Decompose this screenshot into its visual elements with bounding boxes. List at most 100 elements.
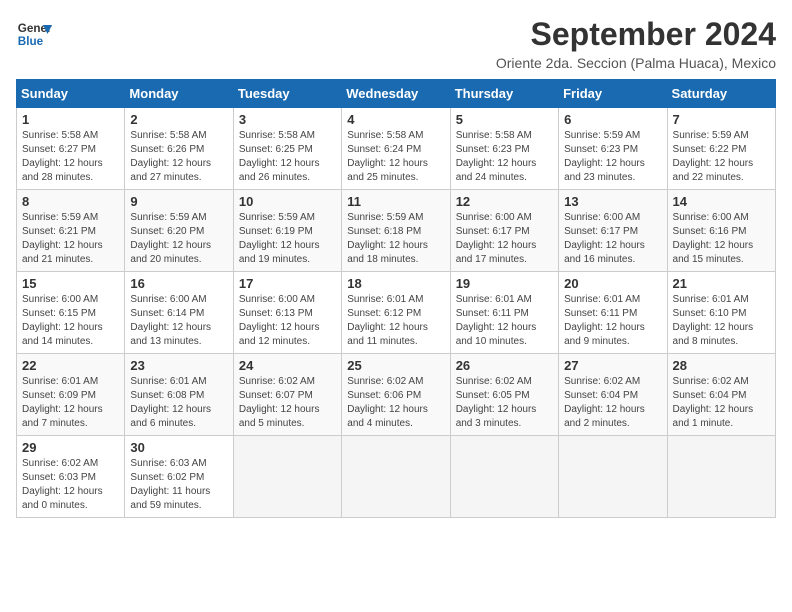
calendar-cell: 27 Sunrise: 6:02 AM Sunset: 6:04 PM Dayli… (559, 354, 667, 436)
calendar-cell: 10 Sunrise: 5:59 AM Sunset: 6:19 PM Dayli… (233, 190, 341, 272)
day-info: Sunrise: 5:58 AM Sunset: 6:25 PM Dayligh… (239, 129, 336, 185)
calendar-cell: 17 Sunrise: 6:00 AM Sunset: 6:13 PM Dayli… (233, 272, 341, 354)
day-number: 24 (239, 358, 336, 373)
day-number: 17 (239, 276, 336, 291)
calendar-subtitle: Oriente 2da. Seccion (Palma Huaca), Mexi… (496, 55, 776, 71)
calendar-week-row: 1 Sunrise: 5:58 AM Sunset: 6:27 PM Daylig… (17, 108, 776, 190)
day-info: Sunrise: 6:01 AM Sunset: 6:11 PM Dayligh… (456, 293, 553, 349)
day-info: Sunrise: 6:01 AM Sunset: 6:12 PM Dayligh… (347, 293, 444, 349)
day-info: Sunrise: 5:59 AM Sunset: 6:21 PM Dayligh… (22, 211, 119, 267)
calendar-cell: 6 Sunrise: 5:59 AM Sunset: 6:23 PM Daylig… (559, 108, 667, 190)
calendar-cell: 20 Sunrise: 6:01 AM Sunset: 6:11 PM Dayli… (559, 272, 667, 354)
day-info: Sunrise: 6:00 AM Sunset: 6:16 PM Dayligh… (673, 211, 770, 267)
day-number: 14 (673, 194, 770, 209)
calendar-cell: 8 Sunrise: 5:59 AM Sunset: 6:21 PM Daylig… (17, 190, 125, 272)
day-info: Sunrise: 6:02 AM Sunset: 6:06 PM Dayligh… (347, 375, 444, 431)
weekday-header-friday: Friday (559, 80, 667, 108)
calendar-cell: 16 Sunrise: 6:00 AM Sunset: 6:14 PM Dayli… (125, 272, 233, 354)
calendar-cell: 18 Sunrise: 6:01 AM Sunset: 6:12 PM Dayli… (342, 272, 450, 354)
day-info: Sunrise: 6:03 AM Sunset: 6:02 PM Dayligh… (130, 457, 227, 513)
day-number: 21 (673, 276, 770, 291)
calendar-cell: 7 Sunrise: 5:59 AM Sunset: 6:22 PM Daylig… (667, 108, 775, 190)
day-info: Sunrise: 5:59 AM Sunset: 6:20 PM Dayligh… (130, 211, 227, 267)
calendar-cell: 4Sunrise: 5:58 AM Sunset: 6:24 PM Daylig… (342, 108, 450, 190)
logo-icon: General Blue (16, 16, 52, 52)
day-info: Sunrise: 5:59 AM Sunset: 6:19 PM Dayligh… (239, 211, 336, 267)
calendar-cell: 13 Sunrise: 6:00 AM Sunset: 6:17 PM Dayli… (559, 190, 667, 272)
day-info: Sunrise: 5:59 AM Sunset: 6:23 PM Dayligh… (564, 129, 661, 185)
title-block: September 2024 Oriente 2da. Seccion (Pal… (496, 16, 776, 71)
day-number: 16 (130, 276, 227, 291)
day-number: 11 (347, 194, 444, 209)
day-info: Sunrise: 5:58 AM Sunset: 6:27 PM Dayligh… (22, 129, 119, 185)
day-number: 25 (347, 358, 444, 373)
day-info: Sunrise: 6:00 AM Sunset: 6:14 PM Dayligh… (130, 293, 227, 349)
calendar-cell (233, 436, 341, 518)
day-number: 13 (564, 194, 661, 209)
day-number: 26 (456, 358, 553, 373)
day-number: 12 (456, 194, 553, 209)
day-number: 23 (130, 358, 227, 373)
calendar-cell: 5Sunrise: 5:58 AM Sunset: 6:23 PM Daylig… (450, 108, 558, 190)
weekday-header-sunday: Sunday (17, 80, 125, 108)
day-info: Sunrise: 6:00 AM Sunset: 6:15 PM Dayligh… (22, 293, 119, 349)
day-number: 4 (347, 112, 444, 127)
calendar-cell (559, 436, 667, 518)
calendar-cell: 29 Sunrise: 6:02 AM Sunset: 6:03 PM Dayli… (17, 436, 125, 518)
day-number: 7 (673, 112, 770, 127)
calendar-cell: 25 Sunrise: 6:02 AM Sunset: 6:06 PM Dayli… (342, 354, 450, 436)
day-info: Sunrise: 6:00 AM Sunset: 6:13 PM Dayligh… (239, 293, 336, 349)
weekday-header-saturday: Saturday (667, 80, 775, 108)
day-number: 29 (22, 440, 119, 455)
day-number: 18 (347, 276, 444, 291)
day-number: 27 (564, 358, 661, 373)
day-info: Sunrise: 5:59 AM Sunset: 6:18 PM Dayligh… (347, 211, 444, 267)
calendar-cell: 11 Sunrise: 5:59 AM Sunset: 6:18 PM Dayli… (342, 190, 450, 272)
logo: General Blue (16, 16, 52, 52)
page-header: General Blue September 2024 Oriente 2da.… (16, 16, 776, 71)
day-info: Sunrise: 6:01 AM Sunset: 6:11 PM Dayligh… (564, 293, 661, 349)
calendar-week-row: 22Sunrise: 6:01 AM Sunset: 6:09 PM Dayli… (17, 354, 776, 436)
day-info: Sunrise: 6:02 AM Sunset: 6:04 PM Dayligh… (673, 375, 770, 431)
calendar-cell: 23 Sunrise: 6:01 AM Sunset: 6:08 PM Dayli… (125, 354, 233, 436)
day-info: Sunrise: 6:01 AM Sunset: 6:10 PM Dayligh… (673, 293, 770, 349)
calendar-cell: 14 Sunrise: 6:00 AM Sunset: 6:16 PM Dayli… (667, 190, 775, 272)
day-number: 1 (22, 112, 119, 127)
calendar-title: September 2024 (496, 16, 776, 53)
day-info: Sunrise: 5:59 AM Sunset: 6:22 PM Dayligh… (673, 129, 770, 185)
day-number: 20 (564, 276, 661, 291)
calendar-week-row: 29 Sunrise: 6:02 AM Sunset: 6:03 PM Dayli… (17, 436, 776, 518)
day-number: 28 (673, 358, 770, 373)
svg-text:Blue: Blue (18, 35, 44, 48)
calendar-cell: 9Sunrise: 5:59 AM Sunset: 6:20 PM Daylig… (125, 190, 233, 272)
weekday-header-row: SundayMondayTuesdayWednesdayThursdayFrid… (17, 80, 776, 108)
day-info: Sunrise: 6:02 AM Sunset: 6:07 PM Dayligh… (239, 375, 336, 431)
calendar-cell: 12 Sunrise: 6:00 AM Sunset: 6:17 PM Dayli… (450, 190, 558, 272)
day-number: 10 (239, 194, 336, 209)
calendar-cell: 30Sunrise: 6:03 AM Sunset: 6:02 PM Dayli… (125, 436, 233, 518)
calendar-table: SundayMondayTuesdayWednesdayThursdayFrid… (16, 79, 776, 518)
calendar-cell: 3 Sunrise: 5:58 AM Sunset: 6:25 PM Daylig… (233, 108, 341, 190)
day-info: Sunrise: 6:01 AM Sunset: 6:08 PM Dayligh… (130, 375, 227, 431)
calendar-cell: 2Sunrise: 5:58 AM Sunset: 6:26 PM Daylig… (125, 108, 233, 190)
day-info: Sunrise: 6:02 AM Sunset: 6:04 PM Dayligh… (564, 375, 661, 431)
day-number: 8 (22, 194, 119, 209)
day-number: 6 (564, 112, 661, 127)
day-info: Sunrise: 6:02 AM Sunset: 6:03 PM Dayligh… (22, 457, 119, 513)
calendar-cell: 15Sunrise: 6:00 AM Sunset: 6:15 PM Dayli… (17, 272, 125, 354)
day-number: 5 (456, 112, 553, 127)
day-number: 22 (22, 358, 119, 373)
day-info: Sunrise: 6:00 AM Sunset: 6:17 PM Dayligh… (564, 211, 661, 267)
weekday-header-monday: Monday (125, 80, 233, 108)
day-number: 19 (456, 276, 553, 291)
day-number: 3 (239, 112, 336, 127)
calendar-cell: 22Sunrise: 6:01 AM Sunset: 6:09 PM Dayli… (17, 354, 125, 436)
calendar-cell: 21 Sunrise: 6:01 AM Sunset: 6:10 PM Dayli… (667, 272, 775, 354)
calendar-cell: 28 Sunrise: 6:02 AM Sunset: 6:04 PM Dayli… (667, 354, 775, 436)
day-info: Sunrise: 6:02 AM Sunset: 6:05 PM Dayligh… (456, 375, 553, 431)
weekday-header-thursday: Thursday (450, 80, 558, 108)
day-info: Sunrise: 6:00 AM Sunset: 6:17 PM Dayligh… (456, 211, 553, 267)
weekday-header-wednesday: Wednesday (342, 80, 450, 108)
calendar-cell (450, 436, 558, 518)
calendar-cell: 26 Sunrise: 6:02 AM Sunset: 6:05 PM Dayli… (450, 354, 558, 436)
